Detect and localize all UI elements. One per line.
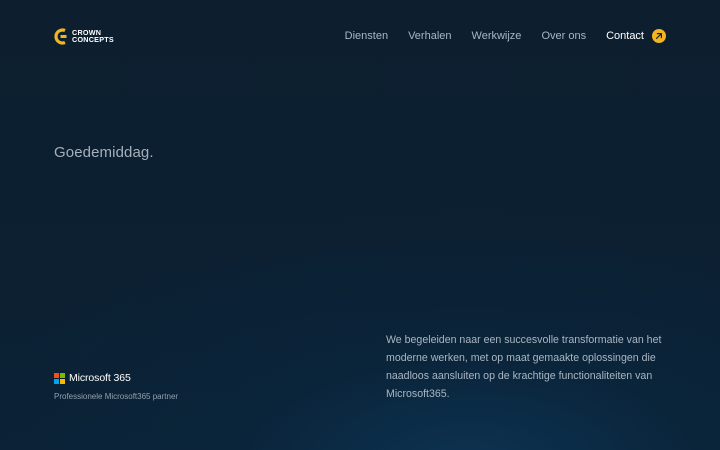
nav-item-verhalen[interactable]: Verhalen bbox=[408, 30, 451, 42]
crown-logo-icon bbox=[54, 27, 67, 45]
brand-wordmark: CROWN CONCEPTS bbox=[72, 28, 114, 44]
microsoft-365-wordmark: Microsoft 365 bbox=[69, 372, 131, 384]
nav-item-over-ons[interactable]: Over ons bbox=[541, 30, 586, 42]
nav-contact-link[interactable]: Contact bbox=[606, 29, 666, 43]
nav-item-diensten[interactable]: Diensten bbox=[345, 30, 388, 42]
microsoft-logo-icon bbox=[54, 372, 65, 384]
partner-caption: Professionele Microsoft365 partner bbox=[54, 392, 179, 401]
main-nav: Diensten Verhalen Werkwijze Over ons Con… bbox=[345, 29, 666, 43]
intro-description: We begeleiden naar een succesvolle trans… bbox=[386, 334, 662, 400]
arrow-up-right-icon bbox=[652, 29, 666, 43]
brand-logo[interactable]: CROWN CONCEPTS bbox=[54, 27, 114, 45]
brand-line-2: CONCEPTS bbox=[72, 35, 114, 44]
nav-contact-label: Contact bbox=[606, 30, 644, 42]
partner-block: Microsoft 365 Professionele Microsoft365… bbox=[54, 371, 178, 401]
hero-greeting: Goedemiddag. bbox=[54, 144, 154, 161]
microsoft-365-logo: Microsoft 365 bbox=[54, 371, 178, 385]
nav-item-werkwijze[interactable]: Werkwijze bbox=[472, 30, 522, 42]
